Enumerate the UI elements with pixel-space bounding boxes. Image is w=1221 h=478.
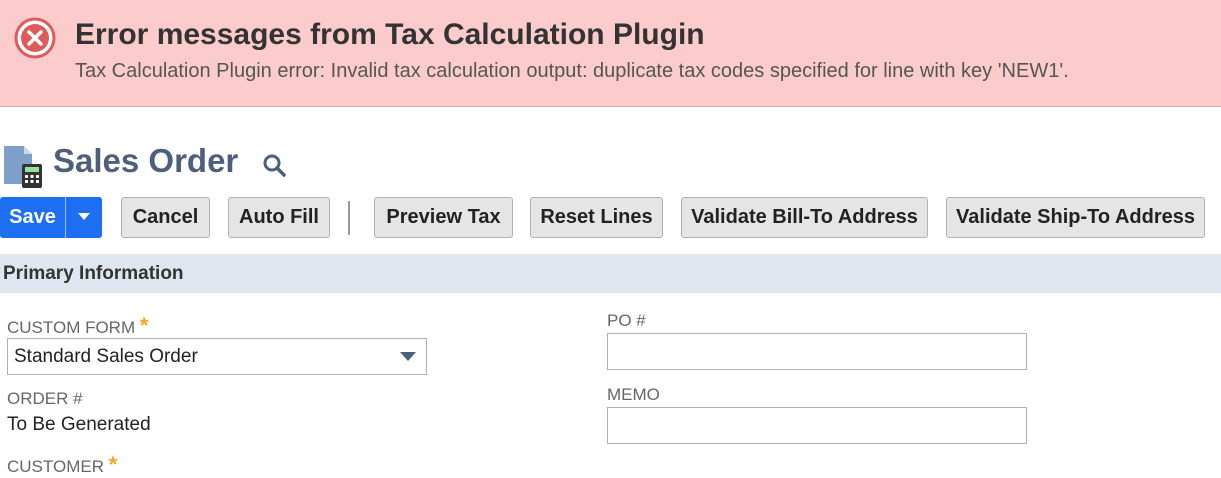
custom-form-label: CUSTOM FORM * (7, 313, 148, 339)
custom-form-select[interactable]: Standard Sales Order (7, 338, 427, 375)
order-number-label: ORDER # (7, 389, 83, 408)
po-number-input[interactable] (607, 333, 1027, 370)
primary-information-section-header[interactable]: Primary Information (0, 254, 1221, 293)
memo-input[interactable] (607, 407, 1027, 444)
section-title: Primary Information (3, 263, 184, 284)
search-icon[interactable] (262, 153, 288, 179)
save-menu-button[interactable] (65, 197, 102, 238)
chevron-down-icon (400, 352, 416, 361)
auto-fill-button[interactable]: Auto Fill (228, 197, 330, 238)
chevron-down-icon (78, 213, 90, 220)
memo-label: MEMO (607, 385, 660, 404)
required-marker: * (108, 452, 118, 477)
error-banner: Error messages from Tax Calculation Plug… (0, 0, 1221, 107)
document-calculator-icon (4, 146, 42, 188)
po-number-label: PO # (607, 311, 646, 330)
save-button-group: Save (0, 197, 102, 238)
validate-ship-to-address-button[interactable]: Validate Ship-To Address (946, 197, 1205, 238)
error-x-icon (14, 17, 56, 59)
page-title: Sales Order (53, 142, 239, 179)
custom-form-label-text: CUSTOM FORM (7, 318, 136, 337)
error-title: Error messages from Tax Calculation Plug… (75, 18, 705, 51)
toolbar: Save Cancel Auto Fill Preview Tax Reset … (0, 197, 1221, 238)
required-marker: * (139, 313, 149, 338)
customer-label: CUSTOMER * (7, 452, 117, 478)
error-detail: Tax Calculation Plugin error: Invalid ta… (75, 60, 1069, 82)
save-button[interactable]: Save (0, 197, 65, 238)
custom-form-value: Standard Sales Order (14, 346, 198, 367)
preview-tax-button[interactable]: Preview Tax (374, 197, 513, 238)
validate-bill-to-address-button[interactable]: Validate Bill-To Address (681, 197, 928, 238)
reset-lines-button[interactable]: Reset Lines (530, 197, 663, 238)
cancel-button[interactable]: Cancel (121, 197, 210, 238)
order-number-value: To Be Generated (7, 414, 151, 435)
toolbar-divider (348, 201, 350, 235)
